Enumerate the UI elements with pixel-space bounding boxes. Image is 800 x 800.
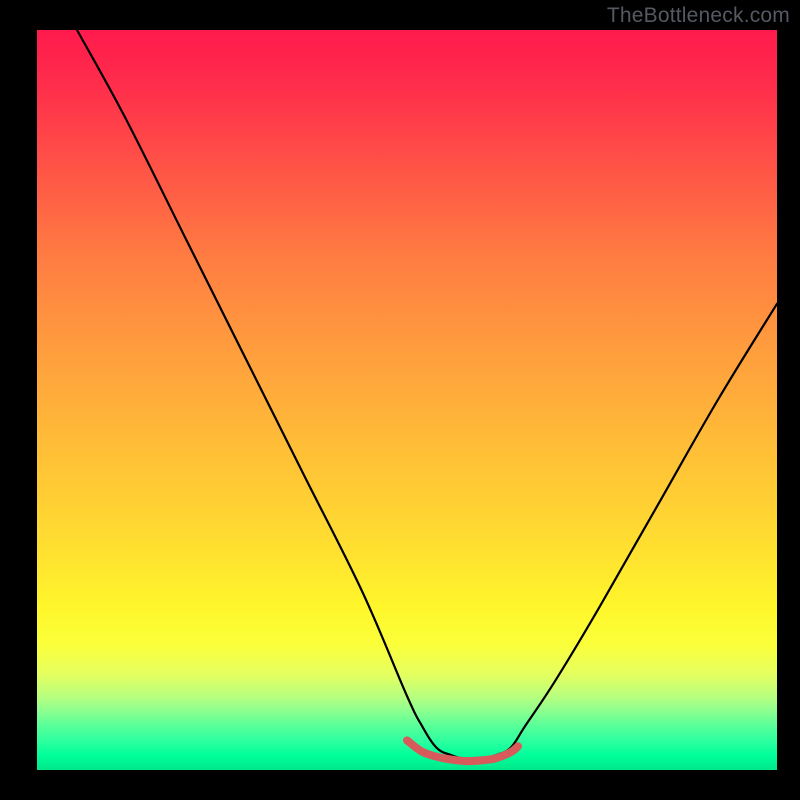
- bottleneck-curve: [77, 30, 777, 760]
- plot-area: [37, 30, 777, 770]
- curve-layer: [37, 30, 777, 770]
- optimal-band-curve: [407, 740, 518, 761]
- watermark-text: TheBottleneck.com: [607, 4, 790, 28]
- chart-frame: TheBottleneck.com: [0, 0, 800, 800]
